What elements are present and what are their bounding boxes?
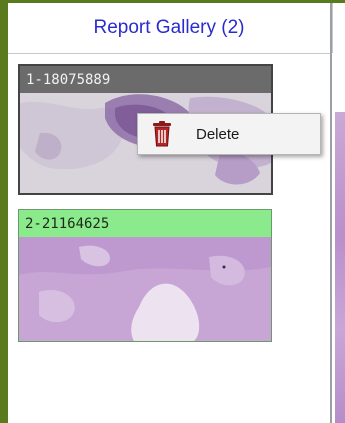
- delete-label: Delete: [196, 125, 240, 143]
- thumbnail-title: 2-21164625: [19, 210, 271, 237]
- panel-divider: [332, 3, 333, 53]
- slide-image: [19, 237, 271, 341]
- context-menu: Delete: [137, 113, 321, 155]
- slide-preview-strip: [335, 112, 345, 423]
- gallery-thumbnail-2[interactable]: 2-21164625: [18, 209, 272, 342]
- gallery-title: Report Gallery (2): [8, 3, 330, 54]
- thumbnail-title: 1-18075889: [20, 66, 271, 93]
- delete-menu-item[interactable]: Delete: [138, 114, 320, 154]
- trash-icon: [153, 121, 171, 147]
